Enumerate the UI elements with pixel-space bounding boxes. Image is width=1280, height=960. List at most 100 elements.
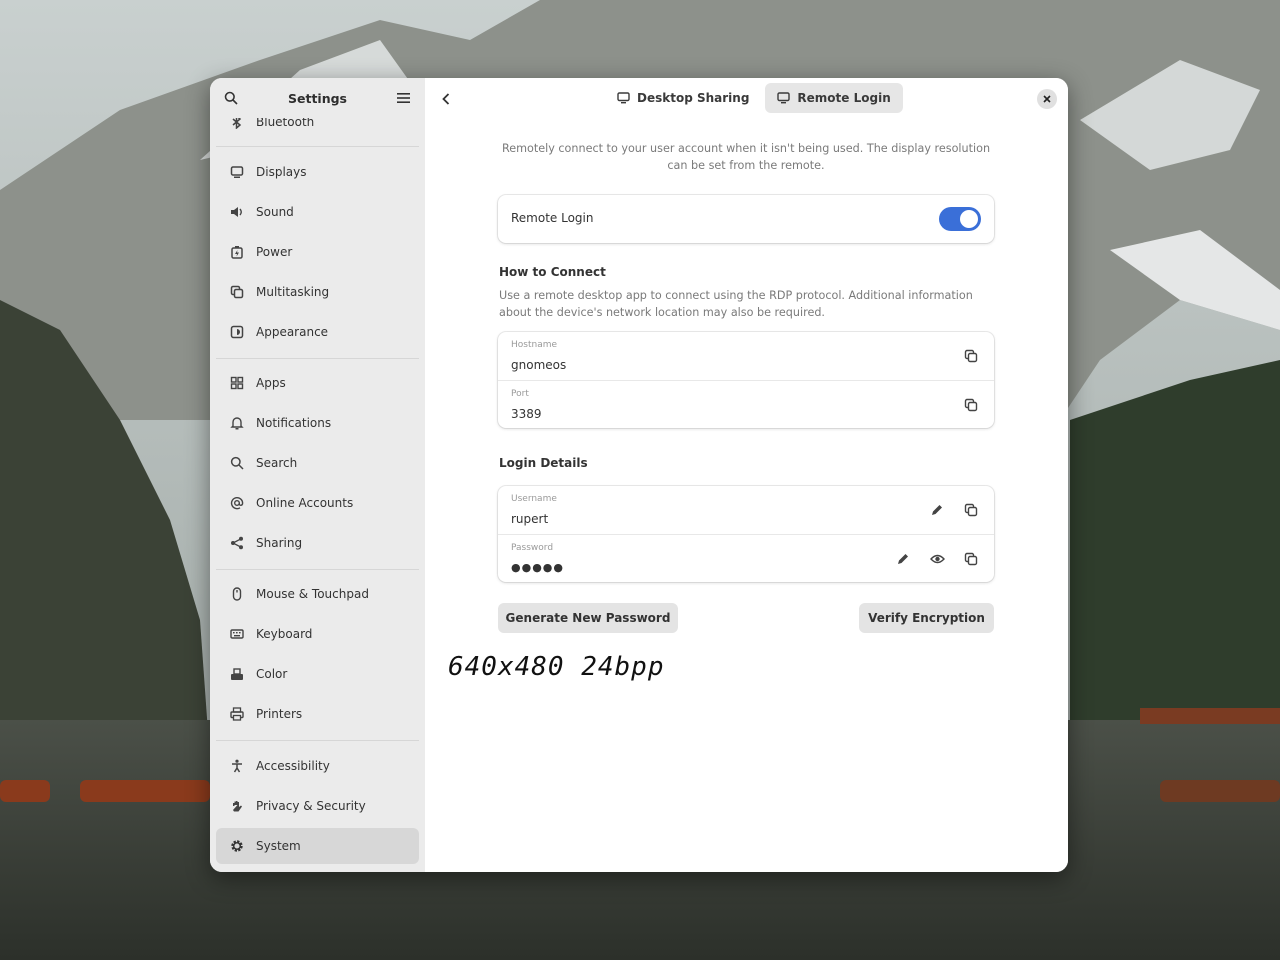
copy-icon[interactable] [962, 550, 980, 568]
sidebar-item-system[interactable]: System [216, 828, 419, 864]
share-icon [228, 534, 246, 552]
close-icon [1043, 95, 1051, 103]
remote-login-switch[interactable] [939, 207, 981, 231]
sidebar-item-keyboard[interactable]: Keyboard [216, 616, 419, 652]
search-icon[interactable] [222, 89, 240, 107]
login-details-title: Login Details [499, 456, 588, 470]
username-row: Username rupert [498, 486, 994, 534]
sidebar-item-appearance[interactable]: Appearance [216, 314, 419, 350]
sidebar-item-label: Apps [256, 376, 286, 390]
sidebar-item-online-accounts[interactable]: Online Accounts [216, 485, 419, 521]
sidebar-item-displays[interactable]: Displays [216, 154, 419, 190]
tab-label: Remote Login [797, 91, 891, 105]
remote-login-label: Remote Login [511, 211, 594, 225]
resolution-overlay-label: 640x480 24bpp [448, 652, 665, 682]
gear-icon [228, 837, 246, 855]
sidebar-item-apps[interactable]: Apps [216, 365, 419, 401]
content-header: Desktop Sharing Remote Login [425, 78, 1068, 118]
port-row: Port 3389 [498, 380, 994, 428]
sidebar-item-label: Displays [256, 165, 307, 179]
sidebar-item-printers[interactable]: Printers [216, 696, 419, 732]
view-switcher: Desktop Sharing Remote Login [605, 83, 903, 113]
how-to-connect-title: How to Connect [499, 265, 606, 279]
sidebar-item-label: Mouse & Touchpad [256, 587, 369, 601]
sidebar-item-privacy-security[interactable]: Privacy & Security [216, 788, 419, 824]
copy-icon[interactable] [962, 396, 980, 414]
sidebar-item-label: Multitasking [256, 285, 330, 299]
close-button[interactable] [1037, 89, 1057, 109]
username-value: rupert [511, 512, 549, 526]
content-pane: Desktop Sharing Remote Login Remotely co… [425, 78, 1068, 872]
sidebar-item-label: Search [256, 456, 298, 470]
port-label: Port [511, 389, 529, 399]
login-details-card: Username rupert Password ●●●●● [498, 486, 994, 582]
hostname-value: gnomeos [511, 358, 567, 372]
verify-encryption-button[interactable]: Verify Encryption [859, 603, 994, 633]
hamburger-menu-icon[interactable] [395, 89, 413, 107]
at-sign-icon [228, 494, 246, 512]
search-icon [228, 454, 246, 472]
multitasking-icon [228, 283, 246, 301]
sidebar-separator [216, 146, 419, 147]
sidebar-separator [216, 358, 419, 359]
monitor-icon [617, 91, 631, 105]
bluetooth-icon [228, 118, 246, 131]
color-icon [228, 665, 246, 683]
sidebar-item-accessibility[interactable]: Accessibility [216, 748, 419, 784]
sidebar-item-notifications[interactable]: Notifications [216, 405, 419, 441]
password-value: ●●●●● [511, 561, 564, 574]
sidebar-item-label: Keyboard [256, 627, 313, 641]
sidebar-item-label: Notifications [256, 416, 332, 430]
hostname-label: Hostname [511, 340, 558, 350]
appearance-icon [228, 323, 246, 341]
sidebar-separator [216, 740, 419, 741]
password-label: Password [511, 543, 554, 553]
port-value: 3389 [511, 407, 542, 421]
generate-new-password-button[interactable]: Generate New Password [498, 603, 678, 633]
speaker-icon [228, 203, 246, 221]
copy-icon[interactable] [962, 347, 980, 365]
copy-icon[interactable] [962, 501, 980, 519]
remote-login-card: Remote Login [498, 195, 994, 243]
sidebar-item-label: Power [256, 245, 293, 259]
intro-description: Remotely connect to your user account wh… [501, 142, 991, 172]
sidebar-item-mouse-touchpad[interactable]: Mouse & Touchpad [216, 576, 419, 612]
sidebar-item-label: Sharing [256, 536, 303, 550]
tab-remote-login[interactable]: Remote Login [765, 83, 903, 113]
sidebar: Settings Bluetooth Displays Sound Power … [210, 78, 425, 872]
connection-card: Hostname gnomeos Port 3389 [498, 332, 994, 428]
switch-knob [960, 210, 978, 228]
sidebar-item-label: Accessibility [256, 759, 330, 773]
sidebar-item-label: Privacy & Security [256, 799, 366, 813]
chevron-left-icon [442, 93, 450, 105]
sidebar-item-label: Online Accounts [256, 496, 354, 510]
sidebar-item-label: Color [256, 667, 288, 681]
battery-icon [228, 243, 246, 261]
bell-icon [228, 414, 246, 432]
sidebar-item-label: Appearance [256, 325, 329, 339]
back-button[interactable] [435, 88, 457, 110]
pencil-icon[interactable] [894, 550, 912, 568]
accessibility-icon [228, 757, 246, 775]
pencil-icon[interactable] [928, 501, 946, 519]
sidebar-separator [216, 569, 419, 570]
hostname-row: Hostname gnomeos [498, 332, 994, 380]
tab-label: Desktop Sharing [637, 91, 750, 105]
sidebar-item-label: Bluetooth [256, 118, 315, 129]
sidebar-item-bluetooth[interactable]: Bluetooth [216, 118, 419, 140]
tab-desktop-sharing[interactable]: Desktop Sharing [605, 83, 761, 113]
sidebar-item-color[interactable]: Color [216, 656, 419, 692]
eye-icon[interactable] [928, 550, 946, 568]
sidebar-item-sound[interactable]: Sound [216, 194, 419, 230]
how-to-connect-description: Use a remote desktop app to connect usin… [499, 289, 973, 319]
sidebar-item-search[interactable]: Search [216, 445, 419, 481]
mouse-icon [228, 585, 246, 603]
sidebar-item-label: System [256, 839, 301, 853]
sidebar-item-multitasking[interactable]: Multitasking [216, 274, 419, 310]
remote-login-row: Remote Login [498, 195, 994, 243]
sidebar-item-sharing[interactable]: Sharing [216, 525, 419, 561]
sidebar-item-power[interactable]: Power [216, 234, 419, 270]
sidebar-item-label: Sound [256, 205, 294, 219]
keyboard-icon [228, 625, 246, 643]
sidebar-item-label: Printers [256, 707, 303, 721]
